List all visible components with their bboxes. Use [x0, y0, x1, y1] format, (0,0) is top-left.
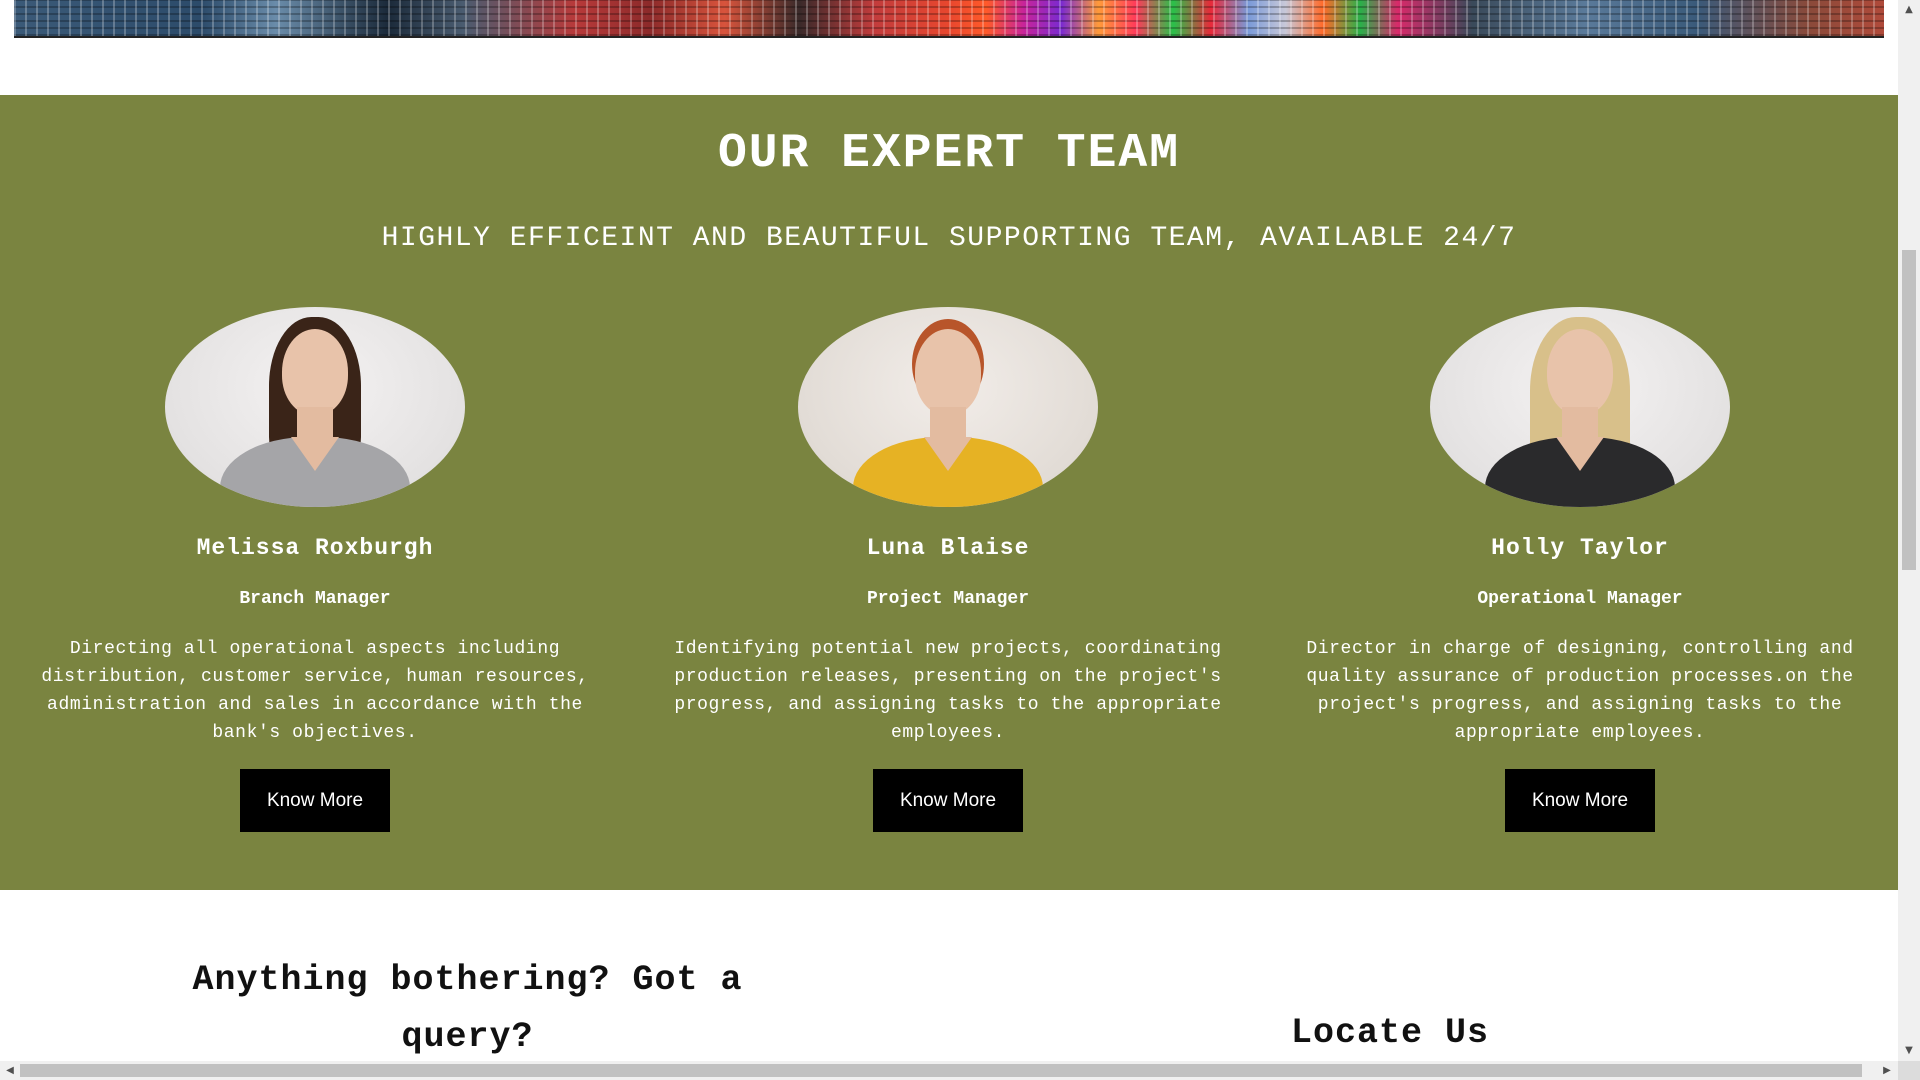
vertical-scroll-thumb[interactable]	[1902, 250, 1916, 570]
team-photo	[798, 307, 1098, 507]
scrollbar-corner	[1898, 1061, 1920, 1080]
horizontal-scroll-thumb[interactable]	[20, 1064, 1862, 1077]
know-more-button[interactable]: Know More	[873, 769, 1023, 832]
scroll-left-icon[interactable]: ◀	[1, 1061, 19, 1080]
member-description: Directing all operational aspects includ…	[41, 639, 589, 743]
member-description: Identifying potential new projects, coor…	[674, 639, 1222, 743]
vertical-scrollbar[interactable]: ▲ ▼	[1898, 0, 1920, 1061]
member-role: Branch Manager	[239, 589, 391, 609]
team-title: OUR EXPERT TEAM	[717, 127, 1181, 181]
scroll-up-icon[interactable]: ▲	[1898, 2, 1920, 18]
know-more-button[interactable]: Know More	[240, 769, 390, 832]
team-card-holly: Holly Taylor Operational Manager Directo…	[1285, 307, 1875, 832]
know-more-button[interactable]: Know More	[1505, 769, 1655, 832]
member-description: Director in charge of designing, control…	[1306, 639, 1854, 743]
team-section: OUR EXPERT TEAM HIGHLY EFFICEINT AND BEA…	[0, 95, 1898, 890]
member-role: Project Manager	[866, 589, 1030, 609]
scroll-right-icon[interactable]: ▶	[1878, 1061, 1896, 1080]
team-subtitle: HIGHLY EFFICEINT AND BEAUTIFUL SUPPORTIN…	[381, 223, 1517, 254]
page: OUR EXPERT TEAM HIGHLY EFFICEINT AND BEA…	[0, 0, 1898, 1061]
team-card-melissa: Melissa Roxburgh Branch Manager Directin…	[20, 307, 610, 832]
team-photo	[1430, 307, 1730, 507]
locate-heading: Locate Us	[1290, 1013, 1490, 1053]
member-name: Holly Taylor	[1491, 535, 1669, 561]
member-name: Luna Blaise	[866, 535, 1030, 561]
team-card-luna: Luna Blaise Project Manager Identifying …	[653, 307, 1243, 832]
horizontal-scrollbar[interactable]: ◀ ▶	[0, 1061, 1898, 1080]
member-role: Operational Manager	[1477, 589, 1683, 609]
banner-image	[14, 0, 1884, 38]
member-name: Melissa Roxburgh	[196, 535, 434, 561]
scroll-down-icon[interactable]: ▼	[1898, 1043, 1920, 1059]
team-photo	[165, 307, 465, 507]
query-heading: Anything bothering? Got a query?	[192, 960, 743, 1057]
